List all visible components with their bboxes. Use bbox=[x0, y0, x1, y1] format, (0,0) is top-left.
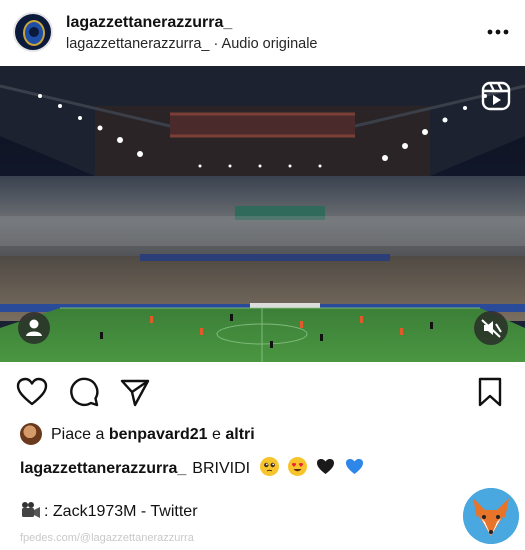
share-icon[interactable] bbox=[119, 376, 151, 408]
heart-eyes-icon bbox=[288, 457, 307, 476]
watermark: fpedes.com/@lagazzettanerazzurra bbox=[20, 532, 194, 544]
liker-username[interactable]: benpavard21 bbox=[109, 426, 208, 443]
credit-line: : Zack1973M - Twitter bbox=[20, 501, 198, 521]
credit-text: : Zack1973M - Twitter bbox=[44, 503, 198, 520]
black-heart-icon bbox=[316, 457, 335, 476]
liker-avatar[interactable] bbox=[20, 423, 42, 445]
caption-username[interactable]: lagazzettanerazzurra_ bbox=[20, 460, 186, 477]
author-avatar[interactable] bbox=[13, 12, 53, 52]
likes-prefix: Piace a bbox=[51, 426, 105, 443]
movie-camera-icon bbox=[20, 501, 42, 519]
audio-line[interactable]: lagazzettanerazzurra_ · Audio originale bbox=[66, 36, 317, 52]
comment-icon[interactable] bbox=[68, 376, 100, 408]
caption-text: BRIVIDI bbox=[192, 460, 251, 477]
post-media[interactable] bbox=[0, 66, 525, 362]
speaker-muted-icon[interactable] bbox=[474, 311, 508, 345]
action-bar bbox=[0, 372, 525, 412]
face-holding-back-tears-icon bbox=[259, 457, 279, 476]
likes-connector: e bbox=[212, 426, 221, 443]
bookmark-icon[interactable] bbox=[474, 376, 506, 408]
fox-logo-icon bbox=[463, 488, 519, 544]
stadium-photo bbox=[0, 66, 525, 362]
likes-others-link[interactable]: altri bbox=[225, 426, 254, 443]
like-heart-icon[interactable] bbox=[16, 376, 48, 408]
author-username[interactable]: lagazzettanerazzurra_ bbox=[66, 14, 232, 32]
blue-heart-icon bbox=[345, 457, 364, 476]
post-header: lagazzettanerazzurra_ lagazzettanerazzur… bbox=[0, 0, 525, 66]
logo-center bbox=[29, 27, 39, 37]
caption: lagazzettanerazzurra_ BRIVIDI bbox=[20, 457, 364, 478]
more-options-icon[interactable] bbox=[484, 20, 512, 40]
person-icon[interactable] bbox=[18, 312, 50, 344]
reels-icon bbox=[480, 80, 512, 112]
